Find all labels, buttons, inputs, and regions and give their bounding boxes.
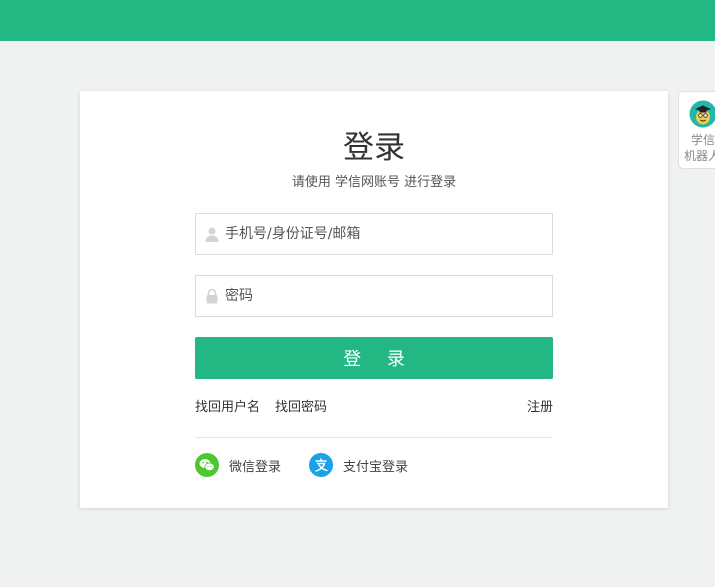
user-icon [205, 227, 219, 242]
password-input[interactable] [225, 276, 545, 316]
recover-password-link[interactable]: 找回密码 [275, 396, 327, 415]
register-link[interactable]: 注册 [527, 396, 553, 415]
alipay-login-label: 支付宝登录 [343, 459, 409, 475]
password-field[interactable] [195, 275, 553, 317]
username-input[interactable] [225, 214, 545, 254]
robot-label-line1: 学信 [691, 133, 715, 147]
robot-avatar-icon [689, 100, 715, 128]
login-card: 登录 请使用 学信网账号 进行登录 登 录 找回用户名 找回密码 注册 [80, 91, 668, 508]
alipay-icon [309, 453, 333, 477]
login-subtitle: 请使用 学信网账号 进行登录 [291, 175, 457, 190]
robot-label: 学信 机器人 [684, 132, 715, 164]
top-header-bar [0, 0, 715, 41]
wechat-icon [195, 453, 219, 477]
wechat-login-label: 微信登录 [229, 459, 282, 475]
assistant-robot-widget[interactable]: 学信 机器人 [678, 91, 715, 169]
page-title: 登录 [343, 130, 405, 166]
username-field[interactable] [195, 213, 553, 255]
lock-icon [206, 288, 218, 304]
recover-username-link[interactable]: 找回用户名 [195, 396, 260, 415]
login-button[interactable]: 登 录 [195, 337, 553, 379]
divider [195, 437, 553, 438]
alipay-login-button[interactable]: 支付宝登录 [309, 453, 408, 477]
wechat-login-button[interactable]: 微信登录 [195, 453, 281, 477]
account-links: 找回用户名 找回密码 注册 [195, 396, 553, 416]
robot-label-line2: 机器人 [684, 149, 715, 163]
